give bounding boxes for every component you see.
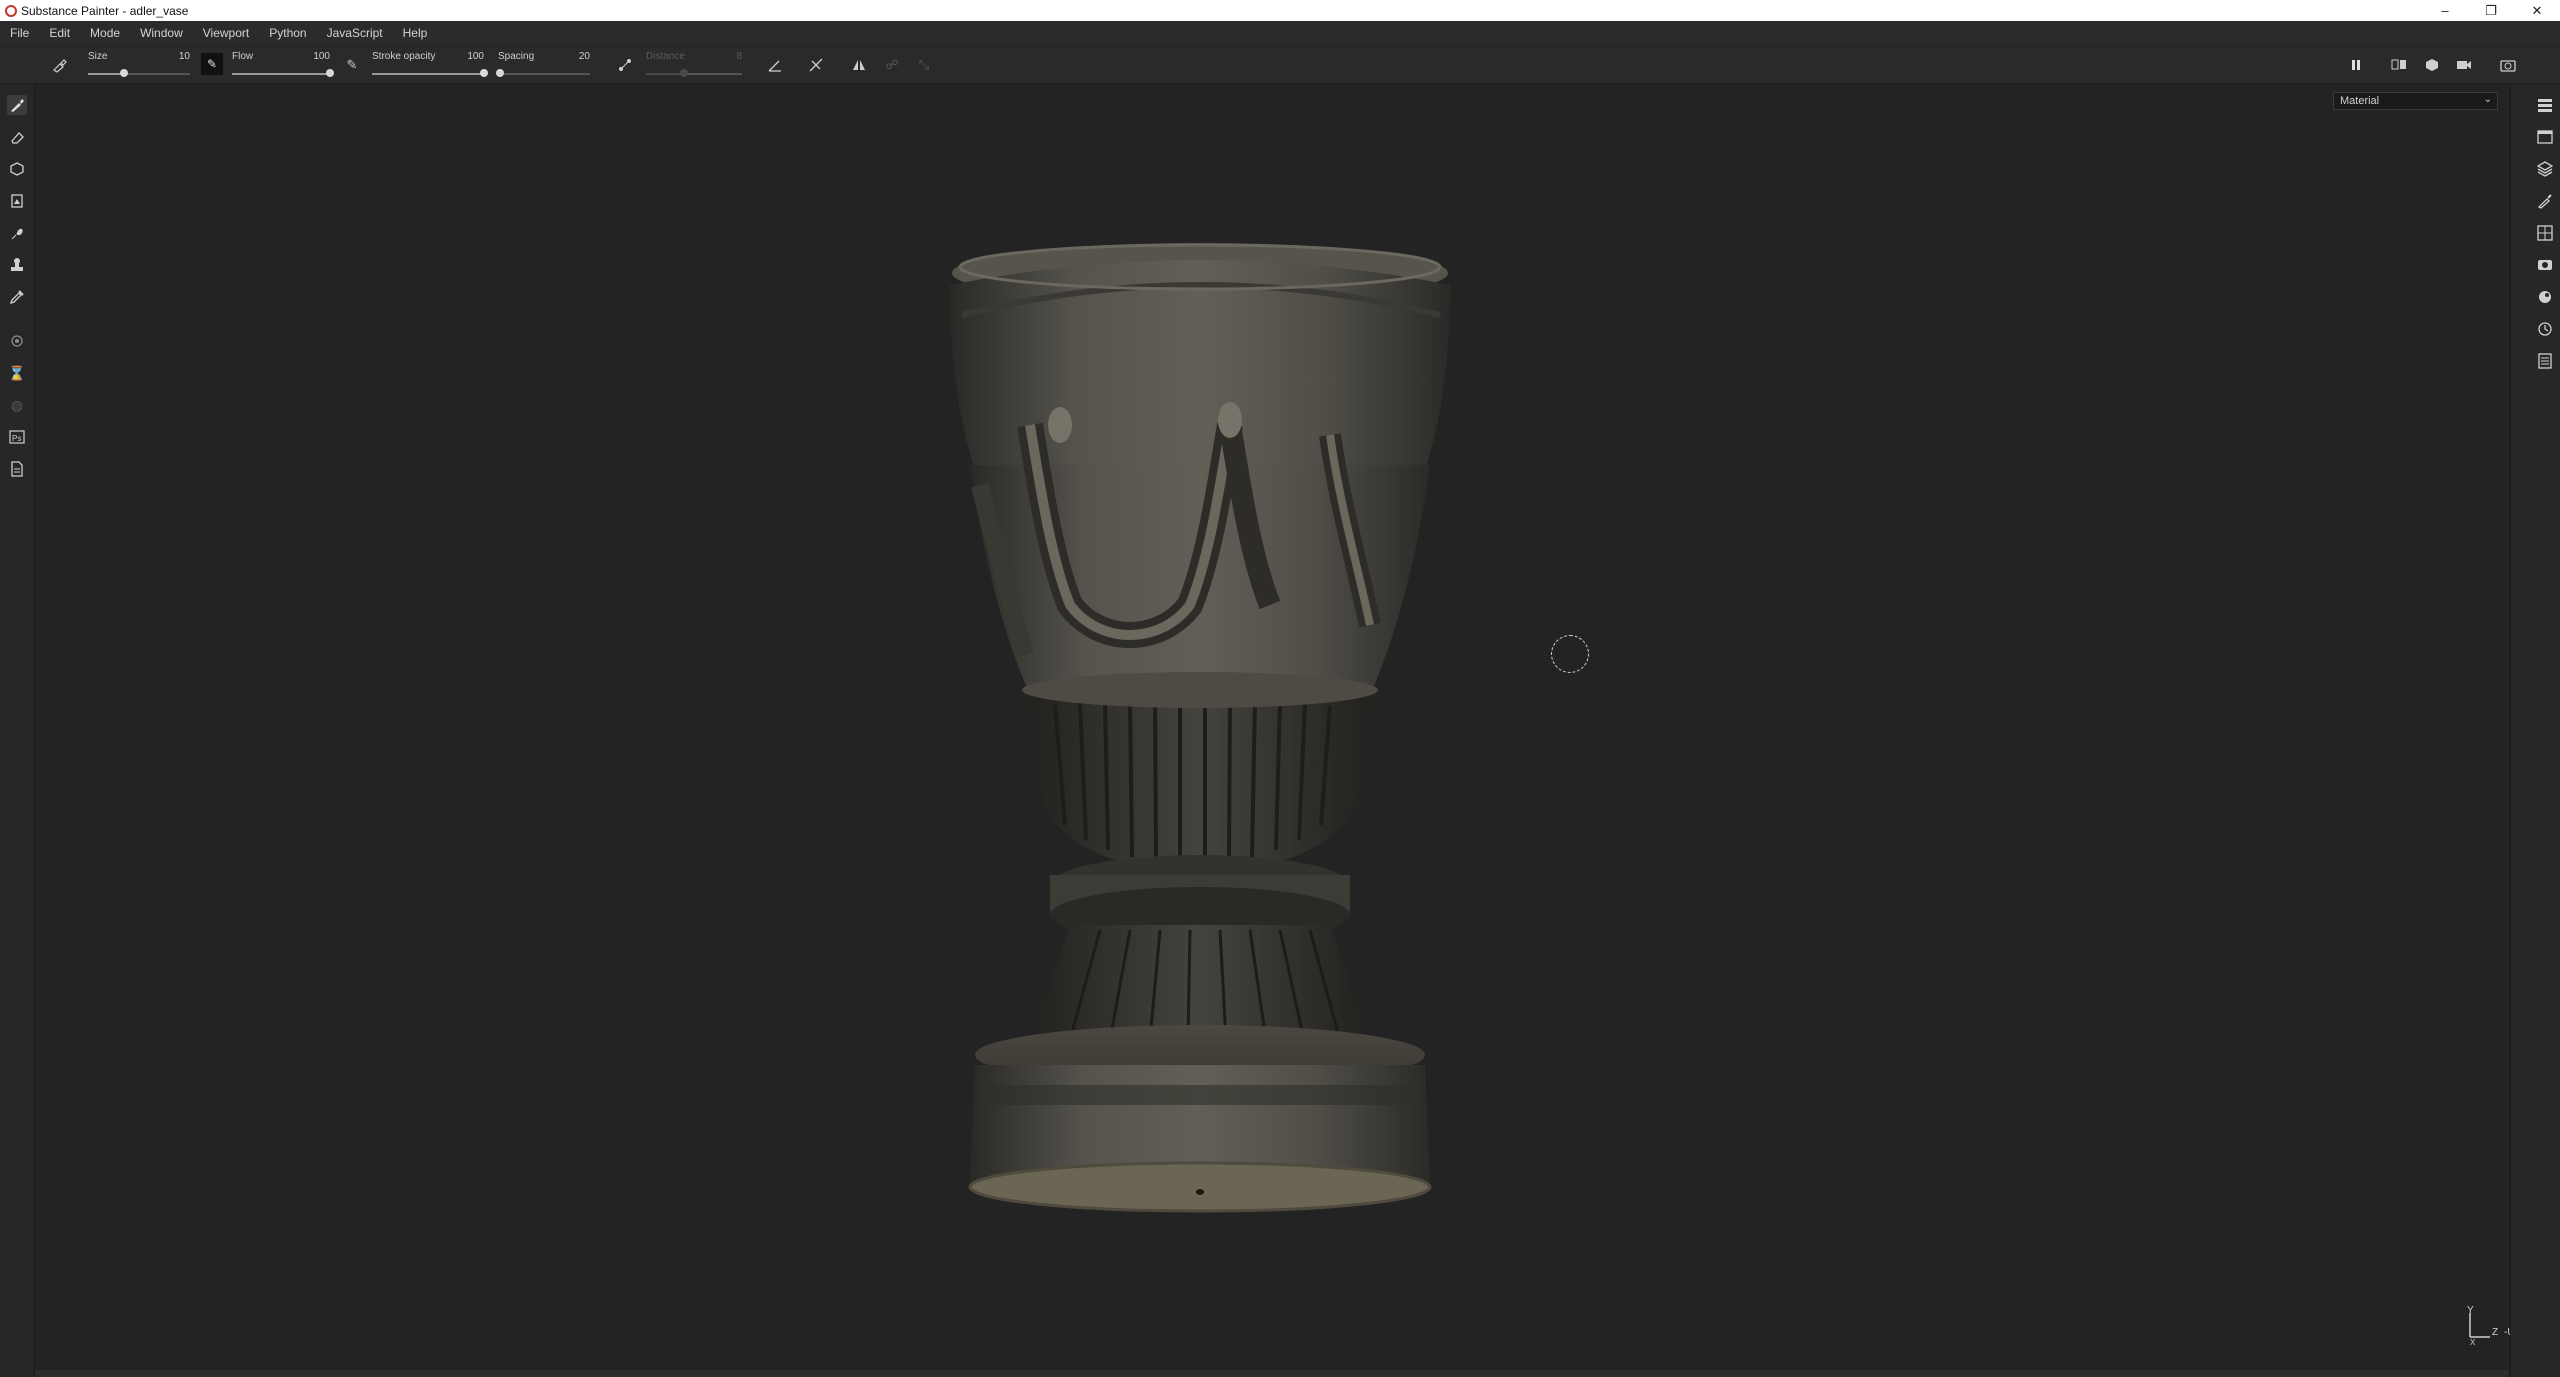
close-button[interactable]: ✕ <box>2514 0 2560 21</box>
substance-painter-logo-icon <box>5 4 17 17</box>
distance-slider: Distance 8 <box>646 49 742 81</box>
menu-javascript[interactable]: JavaScript <box>317 21 393 46</box>
3d-view-cube-icon[interactable] <box>2424 57 2440 73</box>
measure-icon: ⌛ <box>8 364 26 381</box>
distance-label: Distance <box>646 51 685 62</box>
pen-pressure-size-toggle[interactable]: ✎ <box>201 53 223 75</box>
brush-settings-icon[interactable] <box>2535 191 2555 211</box>
axis-x-label: X <box>2470 1338 2476 1345</box>
transform-icon: ⤡ <box>918 57 930 72</box>
spacing-track <box>498 73 590 75</box>
paint-brush-icon[interactable] <box>7 95 27 115</box>
axis-z-label: Z <box>2492 1327 2498 1338</box>
symmetry-icon[interactable] <box>851 57 867 73</box>
size-fill <box>88 73 124 75</box>
history-icon[interactable] <box>2535 319 2555 339</box>
flow-slider[interactable]: Flow 100 <box>232 49 334 81</box>
layers-panel-icon[interactable] <box>2535 95 2555 115</box>
spacing-label: Spacing <box>498 51 535 62</box>
shelf-icon[interactable] <box>2535 287 2555 307</box>
lazy-mouse-icon[interactable] <box>617 57 633 73</box>
eraser-icon[interactable] <box>7 127 27 147</box>
menu-file[interactable]: File <box>0 21 39 46</box>
clone-stamp-icon[interactable] <box>7 255 27 275</box>
menu-python[interactable]: Python <box>259 21 316 46</box>
menu-mode[interactable]: Mode <box>80 21 130 46</box>
chevron-down-icon: ⌄ <box>2483 94 2492 105</box>
smudge-icon[interactable] <box>7 223 27 243</box>
stroke-opacity-value[interactable]: 100 <box>467 51 484 62</box>
symmetry-settings-icon: ☍ <box>885 57 899 72</box>
viewport-bottom-edge <box>35 1370 2509 1377</box>
distance-handle <box>680 69 689 77</box>
camera-view-icon[interactable] <box>2456 57 2472 73</box>
spacing-slider[interactable]: Spacing 20 <box>495 49 590 81</box>
viewport-channel-dropdown[interactable]: Material ⌄ <box>2333 92 2498 110</box>
screenshot-camera-icon[interactable] <box>2500 57 2516 73</box>
right-panel-strip <box>2510 84 2560 1377</box>
size-value[interactable]: 10 <box>179 51 190 62</box>
menu-window[interactable]: Window <box>130 21 193 46</box>
document-icon[interactable] <box>7 459 27 479</box>
viewport-channel-value: Material <box>2340 95 2380 107</box>
photoshop-export-icon[interactable]: Ps <box>7 427 27 447</box>
svg-text:Ps: Ps <box>12 434 21 443</box>
menu-viewport[interactable]: Viewport <box>193 21 259 46</box>
axis-y-label: Y <box>2467 1305 2474 1316</box>
color-picker-icon[interactable] <box>7 287 27 307</box>
minimize-button[interactable]: – <box>2422 0 2468 21</box>
polygon-fill-icon: ◍ <box>10 396 24 413</box>
alignment-icon[interactable] <box>767 57 783 73</box>
flow-handle[interactable] <box>326 69 334 77</box>
flow-value[interactable]: 100 <box>313 51 330 62</box>
viewer-settings-icon[interactable] <box>2535 255 2555 275</box>
spacing-handle[interactable] <box>495 69 504 77</box>
split-view-icon[interactable] <box>2391 57 2407 73</box>
spacing-value[interactable]: 20 <box>579 51 590 62</box>
display-settings-icon[interactable] <box>2535 223 2555 243</box>
window-title: Substance Painter - adler_vase <box>21 3 189 18</box>
size-label: Size <box>88 51 108 62</box>
bake-icon[interactable] <box>7 331 27 351</box>
menu-bar: File Edit Mode Window Viewport Python Ja… <box>0 21 2560 47</box>
stroke-opacity-slider[interactable]: Stroke opacity 100 <box>372 49 488 81</box>
left-tool-strip: ⌛ ◍ Ps <box>0 84 35 1377</box>
distance-value: 8 <box>736 51 742 62</box>
flow-fill <box>232 73 330 75</box>
brush-cursor <box>1551 635 1589 673</box>
projection-icon[interactable] <box>7 159 27 179</box>
distance-fill <box>646 73 685 75</box>
stroke-opacity-fill <box>372 73 484 75</box>
window-title-bar: Substance Painter - adler_vase – ❐ ✕ <box>0 0 2560 21</box>
tool-options-bar: Size 10 ✎ Flow 100 ✎ Stroke opacity 100 … <box>0 47 2560 84</box>
texture-set-settings-icon[interactable] <box>2535 159 2555 179</box>
pause-render-icon[interactable] <box>2348 57 2364 73</box>
backface-culling-icon[interactable] <box>808 57 824 73</box>
vase-3d-model <box>950 243 1450 1213</box>
texture-set-list-icon[interactable] <box>2535 127 2555 147</box>
pen-pressure-flow-icon[interactable]: ✎ <box>344 57 360 73</box>
menu-edit[interactable]: Edit <box>39 21 80 46</box>
size-slider[interactable]: Size 10 <box>88 49 190 81</box>
log-icon[interactable] <box>2535 351 2555 371</box>
menu-help[interactable]: Help <box>393 21 438 46</box>
brush-preset-icon[interactable] <box>52 57 68 73</box>
stroke-opacity-handle[interactable] <box>480 69 488 77</box>
flow-label: Flow <box>232 51 254 62</box>
restore-button[interactable]: ❐ <box>2468 0 2514 21</box>
stroke-opacity-label: Stroke opacity <box>372 51 436 62</box>
size-handle[interactable] <box>119 69 128 77</box>
geometry-mask-icon[interactable] <box>7 191 27 211</box>
